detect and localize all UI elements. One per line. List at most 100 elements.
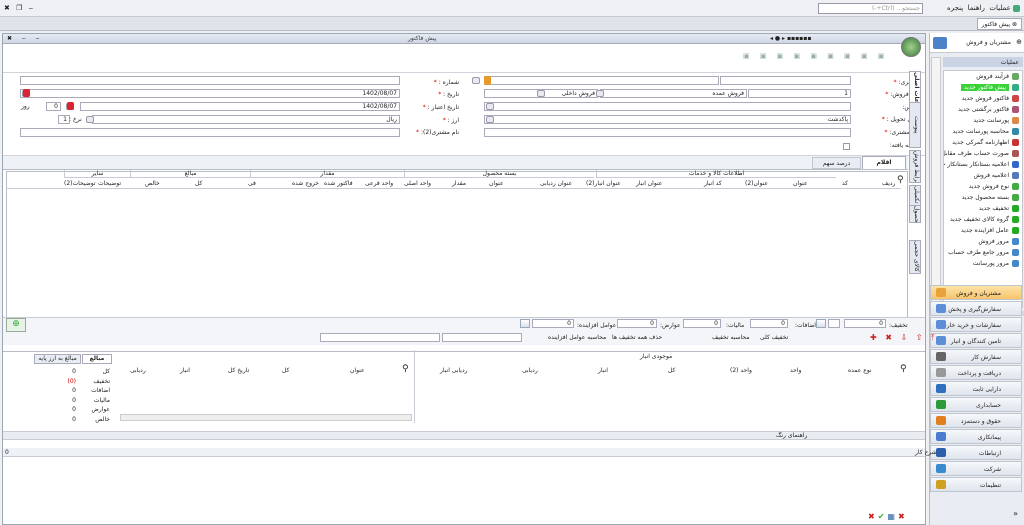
close-icon[interactable]: ✖ bbox=[898, 512, 908, 521]
grid-column-header[interactable]: توضیحات(2) bbox=[64, 180, 96, 187]
grid-column-header[interactable]: عنوان(2) bbox=[745, 180, 768, 187]
summary-tab-base[interactable]: مبالغ به ارز پایه bbox=[34, 354, 81, 364]
price-column-header[interactable]: عنوان bbox=[350, 367, 365, 374]
discount-field[interactable]: 0 bbox=[844, 319, 886, 328]
grid-icon[interactable]: ▦ bbox=[887, 512, 898, 521]
stock-search-icon[interactable]: ⚲ bbox=[900, 364, 907, 374]
confirm-icon[interactable]: ✔ bbox=[878, 512, 888, 521]
menu-help[interactable]: راهنما bbox=[968, 4, 985, 12]
filter-red-icon[interactable] bbox=[67, 102, 74, 110]
address-field[interactable] bbox=[484, 102, 851, 111]
price-column-header[interactable]: تاریخ کل bbox=[228, 367, 249, 374]
end-checkbox[interactable] bbox=[843, 143, 850, 150]
customer-full-name-field[interactable] bbox=[484, 128, 851, 137]
customer-code-field[interactable] bbox=[484, 76, 719, 85]
record-nav-icons[interactable]: ◂ ● ▸ ▪▪▪▪▪▪ bbox=[770, 35, 811, 42]
grid-column-header[interactable]: واحد اصلی bbox=[404, 180, 431, 187]
add-row-icon[interactable]: ⊕ bbox=[6, 318, 26, 332]
totals-more-button[interactable] bbox=[520, 319, 530, 328]
customer-name-field[interactable] bbox=[720, 76, 851, 85]
nav-item[interactable]: عامل افزاینده جدید bbox=[944, 226, 1019, 236]
grid-column-header[interactable]: کل bbox=[195, 180, 202, 187]
side-tab[interactable]: جوایز کالای حجمی bbox=[909, 240, 921, 274]
side-tab[interactable]: شرایط فروش bbox=[909, 150, 921, 183]
nav-item[interactable]: صورت حساب طرف مقابل جدید bbox=[944, 149, 1019, 159]
menu-operations[interactable]: عملیات bbox=[989, 4, 1010, 12]
side-tab[interactable]: پیوست bbox=[909, 102, 921, 148]
grid-column-header[interactable]: عنوان انبار bbox=[636, 180, 662, 187]
nav-item[interactable]: مرور جامع طرف حساب bbox=[944, 248, 1019, 258]
totals-more-button[interactable] bbox=[816, 319, 826, 328]
stock-column-header[interactable]: واحد bbox=[790, 367, 801, 374]
price-column-header[interactable]: ردیابی bbox=[130, 367, 146, 374]
nav-item[interactable]: فاکتور برگشتی جدید bbox=[944, 105, 1019, 115]
pin-icon[interactable]: ⊕ bbox=[1016, 38, 1022, 46]
number-dropdown-icon[interactable] bbox=[472, 77, 480, 84]
window-buttons[interactable]: ✖ ‒ ‒ bbox=[7, 35, 43, 42]
grid-column-header[interactable]: خروج شده bbox=[292, 180, 319, 187]
sale-type-code-field[interactable]: 1 bbox=[748, 89, 851, 98]
number-field[interactable] bbox=[20, 76, 400, 85]
grid-column-header[interactable]: واحد فرعی bbox=[365, 180, 393, 187]
sale-kind-dropdown-icon[interactable] bbox=[537, 90, 545, 97]
taxes-field[interactable]: 0 bbox=[617, 319, 657, 328]
footer-action-icons[interactable]: ✖✔▦✖ bbox=[868, 512, 908, 521]
extra-field[interactable] bbox=[828, 319, 840, 328]
nav-item[interactable]: اعلامیه فروش bbox=[944, 171, 1019, 181]
grid-search-icon[interactable]: ⚲ bbox=[897, 175, 904, 185]
nav-item[interactable]: مرور پورسانت bbox=[944, 259, 1019, 269]
nav-section-header[interactable]: عملیات bbox=[943, 57, 1023, 67]
days-field[interactable]: 0 bbox=[46, 102, 61, 111]
currency-dropdown-icon[interactable] bbox=[86, 116, 94, 123]
cancel-icon[interactable]: ✖ bbox=[868, 512, 878, 521]
price-column-header[interactable]: کل bbox=[282, 367, 289, 374]
currency-field[interactable]: ریال bbox=[92, 115, 400, 124]
nav-item[interactable]: پیش فاکتور جدید bbox=[944, 83, 1019, 93]
stock-column-header[interactable]: نوع عمده bbox=[848, 367, 872, 374]
sale-type-field[interactable]: فروش عمده bbox=[600, 89, 747, 98]
row-actions-icons[interactable]: ✚ ✖ ⇩ ⇧ ⤒ bbox=[870, 333, 938, 343]
grid-column-header[interactable]: خالص bbox=[145, 180, 160, 187]
filter-red-icon[interactable] bbox=[23, 89, 30, 97]
grid-column-header[interactable]: فی bbox=[248, 180, 256, 187]
additions-field[interactable]: 0 bbox=[750, 319, 788, 328]
summary-tab-amounts[interactable]: مبالغ bbox=[82, 354, 112, 364]
menu-window[interactable]: پنجره bbox=[947, 4, 963, 12]
nav-collapse-icon[interactable]: » bbox=[1013, 509, 1018, 518]
tab-close-icon[interactable]: ⊗ bbox=[1012, 21, 1017, 28]
delivery-field[interactable]: پاکدشت bbox=[484, 115, 851, 124]
customer2-field[interactable] bbox=[20, 128, 400, 137]
stock-column-header[interactable]: واحد (2) bbox=[730, 367, 752, 374]
grid-column-header[interactable]: مقدار bbox=[452, 180, 466, 187]
splitter-handle[interactable] bbox=[440, 154, 480, 157]
nav-item[interactable]: گروه کالای تخفیف جدید bbox=[944, 215, 1019, 225]
nav-item[interactable]: اعلامیه بستانکار بستانکار جدید bbox=[944, 160, 1019, 170]
sale-type-dropdown-icon[interactable] bbox=[596, 90, 604, 97]
date-field[interactable]: 1402/08/07 bbox=[20, 89, 400, 98]
grid-column-header[interactable]: ردیف bbox=[882, 180, 895, 187]
calc-increase-button[interactable]: محاسبه عوامل افزاینده bbox=[548, 334, 606, 341]
notes-area[interactable] bbox=[3, 457, 925, 512]
nav-item[interactable]: بسته محصول جدید bbox=[944, 193, 1019, 203]
address-dropdown-icon[interactable] bbox=[486, 103, 494, 110]
nav-item[interactable]: اظهارنامه گمرکی جدید bbox=[944, 138, 1019, 148]
search-input[interactable]: جستجو... (Ctrl+-) bbox=[818, 3, 923, 14]
vat-field[interactable]: 0 bbox=[683, 319, 721, 328]
stock-scrollbar[interactable] bbox=[120, 414, 412, 421]
tab-pre-invoice[interactable]: ⊗ پیش فاکتور bbox=[976, 18, 1022, 30]
discount-all-button[interactable]: تخفیف کلی bbox=[760, 334, 788, 341]
stock-column-header[interactable]: انبار bbox=[598, 367, 608, 374]
nav-item[interactable]: تخفیف جدید bbox=[944, 204, 1019, 214]
price-column-header[interactable]: انبار bbox=[180, 367, 190, 374]
stock-column-header[interactable]: ردیابی bbox=[522, 367, 538, 374]
nav-scrollbar[interactable] bbox=[931, 57, 941, 309]
nav-item[interactable]: پورسانت جدید bbox=[944, 116, 1019, 126]
nav-item[interactable]: محاسبه پورسانت جدید bbox=[944, 127, 1019, 137]
grid-column-header[interactable]: عنوان bbox=[489, 180, 504, 187]
funnel-icon[interactable] bbox=[484, 76, 491, 85]
nav-item[interactable]: نوع فروش جدید bbox=[944, 182, 1019, 192]
delivery-dropdown-icon[interactable] bbox=[486, 116, 494, 123]
calc-discount-button[interactable]: محاسبه تخفیف bbox=[712, 334, 749, 341]
validity-field[interactable]: 1402/08/07 bbox=[80, 102, 400, 111]
remove-all-discounts-button[interactable]: حذف همه تخفیف ها bbox=[612, 334, 662, 341]
